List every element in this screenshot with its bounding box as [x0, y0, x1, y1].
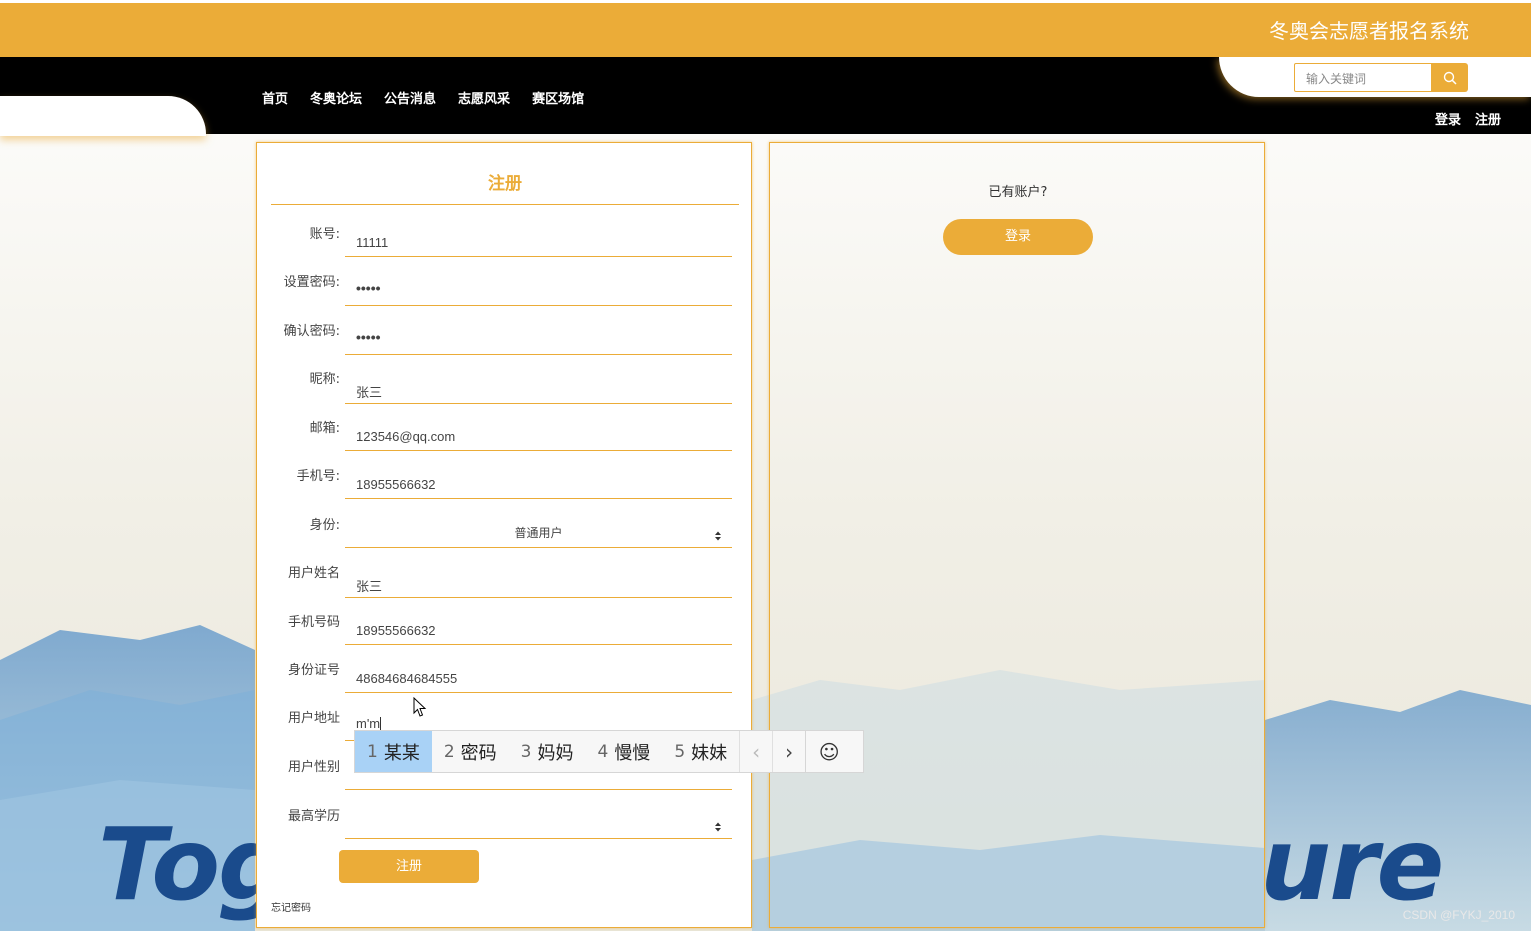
account-label: 账号: — [309, 227, 340, 242]
mouse-cursor-icon — [413, 697, 427, 717]
login-button[interactable]: 登录 — [943, 219, 1093, 255]
form-row-password: 设置密码: ••••• — [257, 271, 753, 319]
nav-venues[interactable]: 赛区场馆 — [532, 88, 584, 107]
confirm-password-input[interactable]: ••••• — [345, 323, 732, 355]
phone-input[interactable]: 18955566632 — [345, 467, 732, 499]
watermark: CSDN @FYKJ_2010 — [1402, 908, 1515, 922]
password-label: 设置密码: — [283, 275, 340, 290]
nickname-input[interactable]: 张三 — [345, 372, 732, 404]
header-login-link[interactable]: 登录 — [1435, 109, 1461, 128]
login-panel: 已有账户? 登录 — [769, 142, 1265, 928]
ime-candidate-number: 5 — [674, 741, 686, 762]
ime-candidate-number: 3 — [520, 741, 532, 762]
form-row-confirm-password: 确认密码: ••••• — [257, 320, 753, 368]
nav-decoration-left — [0, 96, 206, 136]
search-input[interactable]: 输入关键词 — [1294, 63, 1432, 92]
address-input-value: m'm — [356, 716, 381, 731]
register-title: 注册 — [271, 169, 739, 205]
phone-number-label: 手机号码 — [287, 615, 340, 630]
form-row-role: 身份: 普通用户 — [257, 514, 753, 562]
register-panel: 注册 账号: 11111 设置密码: ••••• 确认密码: ••••• 昵称:… — [256, 142, 752, 928]
login-panel-body: 已有账户? 登录 — [770, 143, 1264, 927]
real-name-label: 用户姓名 — [287, 566, 340, 581]
education-label: 最高学历 — [287, 809, 340, 824]
phone-label: 手机号: — [296, 469, 340, 484]
have-account-text: 已有账户? — [988, 185, 1048, 200]
nav-bar: 首页 冬奥论坛 公告消息 志愿风采 赛区场馆 输入关键词 登录 注册 — [0, 57, 1531, 136]
form-row-education: 最高学历 — [257, 805, 753, 853]
role-select[interactable]: 普通用户 — [345, 516, 732, 548]
nickname-label: 昵称: — [309, 372, 340, 387]
form-row-id-number: 身份证号 48684684684555 — [257, 659, 753, 707]
ime-prev-page-icon[interactable]: ‹ — [739, 731, 772, 772]
background-landscape — [0, 0, 1531, 931]
ime-candidate-4[interactable]: 4 慢慢 — [585, 731, 662, 772]
ime-candidate-2[interactable]: 2 密码 — [432, 731, 509, 772]
email-label: 邮箱: — [309, 421, 340, 436]
search-icon — [1443, 71, 1457, 85]
education-select[interactable] — [345, 807, 732, 839]
real-name-input[interactable]: 张三 — [345, 566, 732, 598]
ime-candidate-1[interactable]: 1 某某 — [355, 731, 432, 772]
ime-candidate-text: 某某 — [383, 742, 420, 764]
ime-candidate-text: 妹妹 — [691, 742, 728, 764]
id-number-label: 身份证号 — [287, 663, 340, 678]
text-caret — [380, 717, 382, 730]
nav-announcements[interactable]: 公告消息 — [384, 88, 436, 107]
ime-candidate-text: 妈妈 — [537, 742, 574, 764]
id-number-input[interactable]: 48684684684555 — [345, 661, 732, 693]
auth-links: 登录 注册 — [1435, 109, 1501, 128]
ime-candidate-number: 4 — [597, 741, 609, 762]
search-button[interactable] — [1431, 63, 1468, 92]
ime-candidate-5[interactable]: 5 妹妹 — [662, 731, 739, 772]
confirm-password-label: 确认密码: — [283, 324, 340, 339]
select-arrows-icon — [715, 531, 721, 541]
site-title: 冬奥会志愿者报名系统 — [1269, 19, 1469, 43]
top-header: 冬奥会志愿者报名系统 — [0, 3, 1531, 57]
gender-label: 用户性别 — [287, 760, 340, 775]
nav-home[interactable]: 首页 — [262, 88, 288, 107]
form-row-phone: 手机号: 18955566632 — [257, 465, 753, 513]
form-row-email: 邮箱: 123546@qq.com — [257, 417, 753, 465]
ime-candidate-number: 1 — [367, 741, 378, 762]
role-select-value: 普通用户 — [514, 526, 563, 540]
form-row-phone-number: 手机号码 18955566632 — [257, 611, 753, 659]
forgot-password-link[interactable]: 忘记密码 — [271, 899, 311, 914]
ime-next-page-icon[interactable]: › — [772, 731, 805, 772]
form-row-nickname: 昵称: 张三 — [257, 368, 753, 416]
password-input[interactable]: ••••• — [345, 274, 732, 306]
ime-candidate-bar: 1 某某 2 密码 3 妈妈 4 慢慢 5 妹妹 ‹ › ☺ — [354, 730, 864, 773]
register-submit-button[interactable]: 注册 — [339, 850, 479, 883]
main-nav: 首页 冬奥论坛 公告消息 志愿风采 赛区场馆 — [262, 88, 584, 107]
email-input[interactable]: 123546@qq.com — [345, 419, 732, 451]
ime-candidate-text: 密码 — [460, 742, 497, 764]
phone-number-input[interactable]: 18955566632 — [345, 613, 732, 645]
nav-forum[interactable]: 冬奥论坛 — [310, 88, 362, 107]
nav-volunteer-showcase[interactable]: 志愿风采 — [458, 88, 510, 107]
header-register-link[interactable]: 注册 — [1475, 109, 1501, 128]
form-row-account: 账号: 11111 — [257, 223, 753, 271]
account-input[interactable]: 11111 — [345, 225, 732, 257]
form-row-real-name: 用户姓名 张三 — [257, 562, 753, 610]
role-label: 身份: — [309, 518, 340, 533]
background-slogan-right: ure — [1260, 806, 1444, 923]
ime-candidate-text: 慢慢 — [614, 742, 651, 764]
ime-emoji-icon[interactable]: ☺ — [805, 731, 852, 772]
ime-candidate-3[interactable]: 3 妈妈 — [509, 731, 586, 772]
select-arrows-icon — [715, 822, 721, 832]
ime-candidate-number: 2 — [443, 741, 455, 762]
address-label: 用户地址 — [287, 711, 340, 726]
